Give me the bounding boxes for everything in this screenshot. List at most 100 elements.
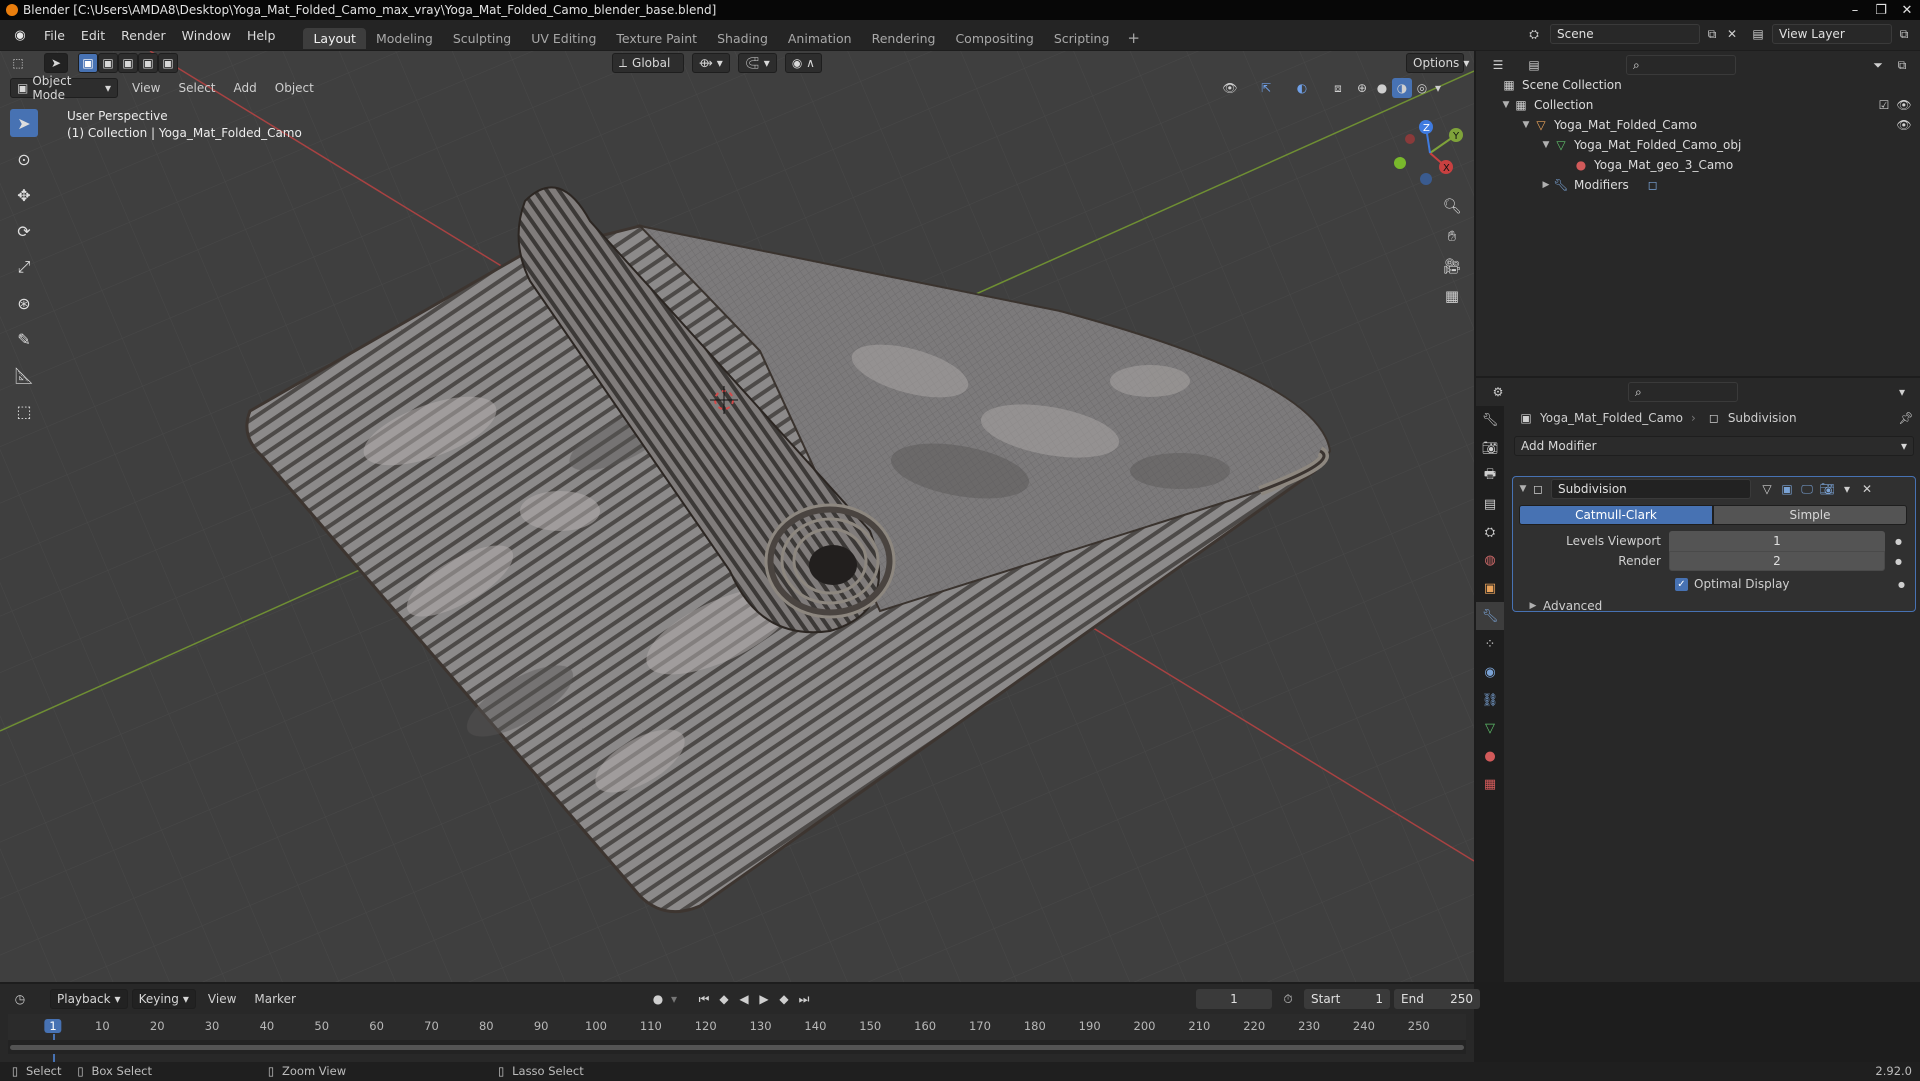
timeline-view-menu[interactable]: View bbox=[208, 992, 236, 1006]
tab-rendering[interactable]: Rendering bbox=[862, 28, 946, 49]
tree-mesh[interactable]: ▼ ▽ Yoga_Mat_Folded_Camo_obj bbox=[1476, 135, 1920, 155]
perspective-toggle-icon[interactable]: ▦ bbox=[1439, 283, 1465, 309]
rotate-tool-icon[interactable]: ⟳ bbox=[10, 217, 38, 245]
pin-icon[interactable]: 📌︎ bbox=[1896, 408, 1916, 428]
add-modifier-dropdown[interactable]: Add Modifier ▾ bbox=[1514, 436, 1914, 456]
add-workspace-button[interactable]: + bbox=[1119, 28, 1148, 48]
menu-edit[interactable]: Edit bbox=[73, 28, 113, 43]
object-visibility-icon[interactable]: 👁︎ bbox=[1894, 115, 1914, 135]
delete-view-layer-icon[interactable]: ✕ bbox=[1914, 24, 1920, 44]
prev-keyframe-icon[interactable]: ◆ bbox=[714, 989, 734, 1009]
select-mode-new-icon[interactable]: ▣ bbox=[78, 53, 98, 73]
blender-menu-icon[interactable]: ◉ bbox=[10, 25, 30, 45]
tree-scene-collection[interactable]: ▦ Scene Collection bbox=[1476, 75, 1920, 95]
xray-toggle-icon[interactable]: ⧈ bbox=[1328, 78, 1348, 98]
end-frame-field[interactable]: End 250 bbox=[1394, 989, 1480, 1009]
preview-range-icon[interactable]: ⏱ bbox=[1278, 989, 1298, 1009]
expand-modifiers-icon[interactable]: ▶ bbox=[1540, 180, 1552, 190]
tree-object[interactable]: ▼ ▽ Yoga_Mat_Folded_Camo 👁︎ bbox=[1476, 115, 1920, 135]
modifier-menu-icon[interactable]: ▾ bbox=[1837, 479, 1857, 499]
scale-tool-icon[interactable]: ⤢ bbox=[10, 253, 38, 281]
levels-viewport-field[interactable]: 1 bbox=[1669, 531, 1885, 551]
menu-window[interactable]: Window bbox=[174, 28, 239, 43]
new-view-layer-icon[interactable]: ⧉ bbox=[1894, 24, 1914, 44]
tab-layout[interactable]: Layout bbox=[303, 27, 366, 49]
gizmo-toggle-icon[interactable]: ⇱ bbox=[1256, 78, 1276, 98]
collection-visibility-icon[interactable]: 👁︎ bbox=[1894, 95, 1914, 115]
timeline-scrollbar[interactable] bbox=[10, 1045, 1464, 1050]
select-mode-intersect-icon[interactable]: ▣ bbox=[158, 53, 178, 73]
viewport-menu-view[interactable]: View bbox=[132, 81, 160, 95]
shading-rendered-icon[interactable]: ◎ bbox=[1412, 78, 1432, 98]
new-collection-icon[interactable]: ⧉ bbox=[1892, 55, 1912, 75]
levels-viewport-keyframe-icon[interactable]: ● bbox=[1895, 537, 1902, 546]
tab-compositing[interactable]: Compositing bbox=[945, 28, 1043, 49]
current-frame-marker[interactable]: 1 bbox=[44, 1019, 62, 1033]
viewport-menu-select[interactable]: Select bbox=[178, 81, 215, 95]
cursor-tool-icon[interactable]: ⊙ bbox=[10, 145, 38, 173]
tree-modifiers[interactable]: ▶ 🔧︎ Modifiers ◻ bbox=[1476, 175, 1920, 195]
properties-options-icon[interactable]: ▾ bbox=[1892, 382, 1912, 402]
tab-scripting[interactable]: Scripting bbox=[1044, 28, 1120, 49]
world-tab-icon[interactable]: ◍ bbox=[1476, 546, 1504, 574]
render-tab-icon[interactable]: 📷︎ bbox=[1476, 434, 1504, 462]
modifier-name-field[interactable]: Subdivision bbox=[1551, 479, 1751, 499]
texture-tab-icon[interactable]: ▦ bbox=[1476, 770, 1504, 798]
expand-mesh-icon[interactable]: ▼ bbox=[1540, 140, 1552, 150]
outliner-editor-icon[interactable]: ☰ bbox=[1488, 55, 1508, 75]
properties-search-input[interactable]: ⌕ bbox=[1628, 382, 1738, 402]
add-cube-tool-icon[interactable]: ⬚ bbox=[10, 397, 38, 425]
tab-uv-editing[interactable]: UV Editing bbox=[521, 28, 606, 49]
select-tool-button[interactable]: ➤ bbox=[44, 53, 68, 73]
display-mode-icon[interactable]: ▤ bbox=[1524, 55, 1544, 75]
edit-mode-toggle-icon[interactable]: ▽ bbox=[1757, 479, 1777, 499]
filter-icon[interactable]: ⏷ bbox=[1868, 55, 1888, 75]
timeline-marker-menu[interactable]: Marker bbox=[254, 992, 295, 1006]
simple-button[interactable]: Simple bbox=[1713, 505, 1907, 525]
pivot-point-dropdown[interactable]: ⟴ ▾ bbox=[692, 53, 730, 73]
select-box-icon[interactable]: ➤ bbox=[10, 109, 38, 137]
expand-collection-icon[interactable]: ▼ bbox=[1500, 100, 1512, 110]
tab-shading[interactable]: Shading bbox=[707, 28, 778, 49]
material-tab-icon[interactable]: ● bbox=[1476, 742, 1504, 770]
optimal-display-checkbox[interactable]: ✓ bbox=[1675, 577, 1688, 591]
options-dropdown[interactable]: Options ▾ bbox=[1406, 53, 1469, 73]
select-mode-invert-icon[interactable]: ▣ bbox=[138, 53, 158, 73]
minimize-button[interactable]: – bbox=[1842, 0, 1868, 20]
scene-icon[interactable]: ⛭ bbox=[1524, 24, 1544, 44]
tree-collection[interactable]: ▼ ▦ Collection ☑ 👁︎ bbox=[1476, 95, 1920, 115]
frame-ruler[interactable]: 1 10 20 30 40 50 60 70 80 90 100 110 120 130 140 150 160… bbox=[8, 1014, 1466, 1066]
menu-render[interactable]: Render bbox=[113, 28, 174, 43]
collection-checkbox-icon[interactable]: ☑ bbox=[1874, 95, 1894, 115]
viewport-menu-object[interactable]: Object bbox=[275, 81, 314, 95]
keying-set-icon[interactable]: ▾ bbox=[668, 989, 680, 1009]
shading-solid-icon[interactable]: ● bbox=[1372, 78, 1392, 98]
play-reverse-icon[interactable]: ◀ bbox=[734, 989, 754, 1009]
maximize-button[interactable]: ❐ bbox=[1868, 0, 1894, 20]
expand-advanced-icon[interactable]: ▶ bbox=[1527, 601, 1539, 611]
start-frame-field[interactable]: Start 1 bbox=[1304, 989, 1390, 1009]
tab-animation[interactable]: Animation bbox=[778, 28, 862, 49]
playback-menu[interactable]: Playback ▾ bbox=[50, 989, 128, 1009]
tool-tab-icon[interactable]: 🔧︎ bbox=[1476, 406, 1504, 434]
shading-material-icon[interactable]: ◑ bbox=[1392, 78, 1412, 98]
remove-modifier-icon[interactable]: ✕ bbox=[1857, 479, 1877, 499]
view-layer-icon[interactable]: ▤ bbox=[1748, 24, 1768, 44]
mode-dropdown[interactable]: ▣ Object Mode ▾ bbox=[10, 74, 118, 102]
view-layer-tab-icon[interactable]: ▤ bbox=[1476, 490, 1504, 518]
zoom-icon[interactable]: 🔍︎ bbox=[1439, 193, 1465, 219]
next-keyframe-icon[interactable]: ◆ bbox=[774, 989, 794, 1009]
optimal-display-keyframe-icon[interactable]: ● bbox=[1898, 580, 1905, 589]
select-mode-extend-icon[interactable]: ▣ bbox=[98, 53, 118, 73]
scene-selector[interactable]: Scene bbox=[1550, 24, 1700, 44]
render-toggle-icon[interactable]: 📷︎ bbox=[1817, 479, 1837, 499]
tab-texture-paint[interactable]: Texture Paint bbox=[606, 28, 707, 49]
tab-modeling[interactable]: Modeling bbox=[366, 28, 443, 49]
physics-tab-icon[interactable]: ◉ bbox=[1476, 658, 1504, 686]
constraints-tab-icon[interactable]: ⛓ bbox=[1476, 686, 1504, 714]
pan-hand-icon[interactable]: ✋︎ bbox=[1439, 223, 1465, 249]
measure-tool-icon[interactable]: 📐︎ bbox=[10, 361, 38, 389]
expand-object-icon[interactable]: ▼ bbox=[1520, 120, 1532, 130]
view-layer-selector[interactable]: View Layer bbox=[1772, 24, 1892, 44]
move-tool-icon[interactable]: ✥ bbox=[10, 181, 38, 209]
